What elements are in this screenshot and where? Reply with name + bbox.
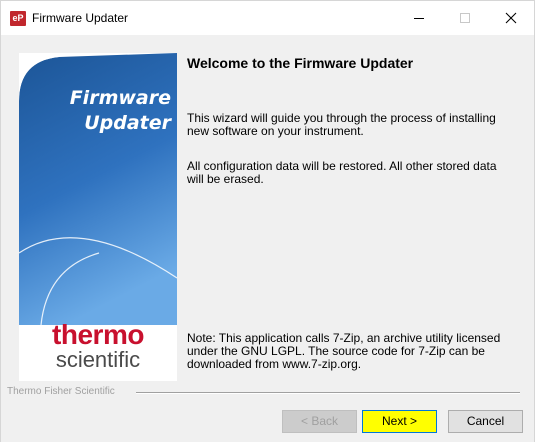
wizard-heading: Welcome to the Firmware Updater (187, 55, 414, 71)
wizard-banner: Firmware Updater thermo scientific (19, 53, 177, 381)
banner-title-line1: Firmware (69, 87, 171, 109)
window-title: Firmware Updater (32, 11, 129, 25)
next-button-label: Next > (381, 414, 417, 428)
thermo-logo-word: thermo (52, 319, 144, 350)
footer-separator (136, 392, 520, 394)
cancel-button[interactable]: Cancel (448, 410, 523, 433)
data-warning-paragraph: All configuration data will be restored.… (187, 159, 497, 186)
banner-title-line2: Updater (84, 112, 171, 134)
app-icon: eP (10, 11, 26, 26)
close-button[interactable] (488, 1, 534, 35)
title-bar[interactable]: eP Firmware Updater (1, 1, 534, 35)
firmware-updater-window: eP Firmware Updater Firmware Updater the… (0, 0, 535, 442)
next-button[interactable]: Next > (362, 410, 437, 433)
back-button: < Back (282, 410, 357, 433)
license-note: Note: This application calls 7-Zip, an a… (187, 331, 501, 371)
maximize-icon (460, 13, 470, 23)
minimize-button[interactable] (396, 1, 442, 35)
intro-paragraph: This wizard will guide you through the p… (187, 111, 496, 138)
minimize-icon (414, 18, 424, 19)
footer-brand-label: Thermo Fisher Scientific (7, 386, 121, 398)
close-icon (505, 12, 517, 24)
wizard-client-area: Firmware Updater thermo scientific Welco… (1, 35, 534, 442)
scientific-logo-word: scientific (55, 347, 141, 372)
maximize-button (442, 1, 488, 35)
